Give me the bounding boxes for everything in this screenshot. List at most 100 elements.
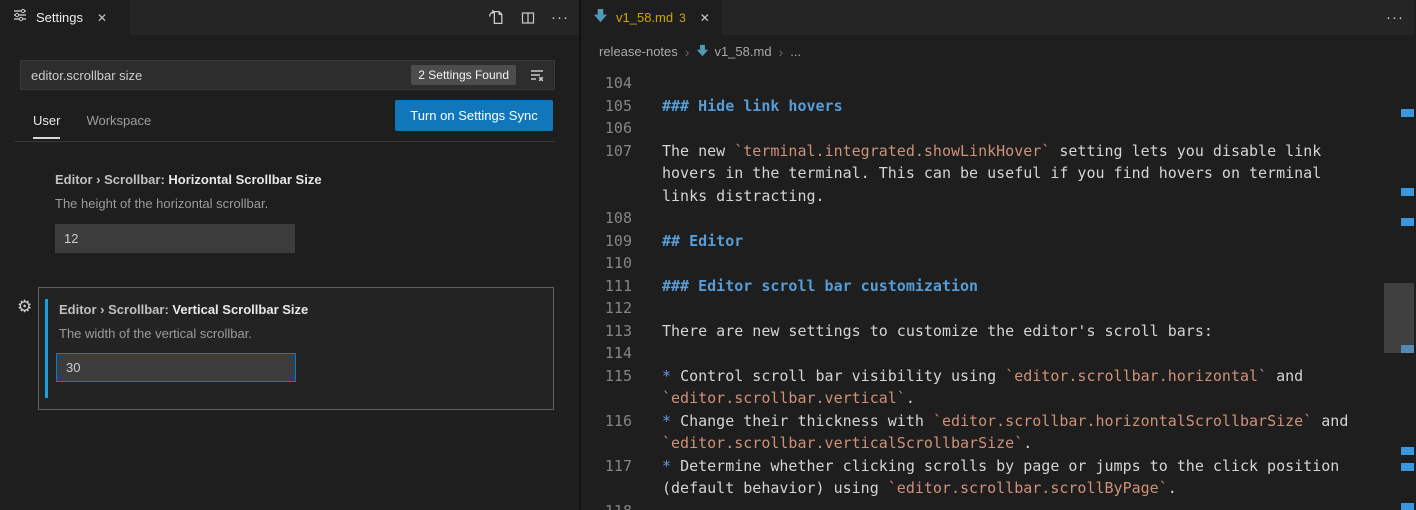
- scope-tab-user[interactable]: User: [33, 107, 60, 139]
- editor-lines: 104105 ### Hide link hovers 106107The new …: [581, 72, 1414, 510]
- overview-ruler-marker: [1401, 503, 1414, 510]
- setting-description: The width of the vertical scrollbar.: [59, 326, 543, 341]
- editor-line[interactable]: 117* Determine whether clicking scrolls …: [581, 455, 1414, 478]
- breadcrumb-item[interactable]: ...: [790, 44, 801, 59]
- line-number: 115: [581, 365, 632, 388]
- tab-settings[interactable]: Settings ✕: [0, 0, 130, 35]
- editor-line[interactable]: 106: [581, 117, 1414, 140]
- editor-line[interactable]: 104: [581, 72, 1414, 95]
- editor-line[interactable]: 113There are new settings to customize t…: [581, 320, 1414, 343]
- editor-line[interactable]: 114: [581, 342, 1414, 365]
- scrollbar-thumb[interactable]: [1384, 283, 1414, 353]
- horizontal-scrollbar-size-input[interactable]: [55, 224, 295, 253]
- editor-line[interactable]: 109 ## Editor: [581, 230, 1414, 253]
- token-txt: .: [1023, 434, 1032, 452]
- split-editor-icon[interactable]: [520, 10, 536, 26]
- token-txt: and: [1267, 367, 1303, 385]
- editor-line[interactable]: 115* Control scroll bar visibility using…: [581, 365, 1414, 388]
- line-content: * Change their thickness with `editor.sc…: [662, 410, 1348, 433]
- editor-line[interactable]: `editor.scrollbar.verticalScrollbarSize`…: [581, 432, 1414, 455]
- editor-line[interactable]: hovers in the terminal. This can be usef…: [581, 162, 1414, 185]
- token-bullet: *: [662, 367, 680, 385]
- open-settings-json-icon[interactable]: [488, 9, 505, 26]
- vertical-scrollbar-size-input[interactable]: [56, 353, 296, 382]
- line-number: 109: [581, 230, 632, 253]
- tab-problems-badge: 3: [679, 11, 686, 25]
- setting-row-horizontal-scrollbar-size[interactable]: Editor › Scrollbar: Horizontal Scrollbar…: [55, 172, 322, 253]
- line-number: 110: [581, 252, 632, 275]
- setting-description: The height of the horizontal scrollbar.: [55, 196, 322, 211]
- line-content: hovers in the terminal. This can be usef…: [662, 162, 1321, 185]
- line-number: 117: [581, 455, 632, 478]
- line-number: 112: [581, 297, 632, 320]
- editor-scrollbar[interactable]: [1384, 68, 1414, 510]
- more-actions-icon[interactable]: ···: [551, 0, 569, 35]
- token-txt: setting lets you disable link: [1050, 142, 1321, 160]
- gear-icon[interactable]: ⚙: [17, 298, 32, 315]
- markdown-file-icon: [696, 44, 709, 60]
- overview-ruler-marker: [1401, 188, 1414, 196]
- editor-line[interactable]: 110: [581, 252, 1414, 275]
- overview-ruler-marker: [1401, 447, 1414, 455]
- filter-icon[interactable]: [524, 62, 550, 88]
- overview-ruler-marker: [1401, 218, 1414, 226]
- line-number: 118: [581, 500, 632, 510]
- breadcrumb-item-label: ...: [790, 44, 801, 59]
- settings-search-input[interactable]: [31, 68, 403, 83]
- scope-tab-workspace[interactable]: Workspace: [86, 107, 151, 139]
- token-code: `editor.scrollbar.vertical`: [662, 389, 906, 407]
- line-number: 111: [581, 275, 632, 298]
- markdown-editor-group: v1_58.md 3 ✕ ··· release-notes›v1_58.md›…: [581, 0, 1414, 510]
- settings-count-badge: 2 Settings Found: [411, 65, 516, 85]
- settings-tune-icon: [12, 7, 28, 28]
- more-actions-icon[interactable]: ···: [1386, 0, 1404, 35]
- right-tab-strip: v1_58.md 3 ✕ ···: [581, 0, 1414, 35]
- token-bullet: *: [662, 412, 680, 430]
- setting-title: Editor › Scrollbar: Horizontal Scrollbar…: [55, 172, 322, 187]
- token-txt: The new: [662, 142, 734, 160]
- token-code: `terminal.integrated.showLinkHover`: [734, 142, 1050, 160]
- breadcrumb-item[interactable]: release-notes: [599, 44, 678, 59]
- settings-search-box: 2 Settings Found: [20, 60, 555, 90]
- line-number: 105: [581, 95, 632, 118]
- editor-line[interactable]: 118: [581, 500, 1414, 510]
- line-number: 114: [581, 342, 632, 365]
- token-txt: hovers in the terminal. This can be usef…: [662, 164, 1321, 182]
- editor-line[interactable]: 112: [581, 297, 1414, 320]
- turn-on-settings-sync-button[interactable]: Turn on Settings Sync: [395, 100, 553, 131]
- token-txt: There are new settings to customize the …: [662, 322, 1213, 340]
- line-content: ### Hide link hovers: [662, 95, 843, 118]
- token-head: ### Hide link hovers: [662, 97, 843, 115]
- token-txt: and: [1312, 412, 1348, 430]
- line-content: `editor.scrollbar.vertical`.: [662, 387, 915, 410]
- editor-line[interactable]: 107The new `terminal.integrated.showLink…: [581, 140, 1414, 163]
- token-code: `editor.scrollbar.horizontalScrollbarSiz…: [933, 412, 1312, 430]
- line-number: 108: [581, 207, 632, 230]
- modified-setting-indicator: [45, 299, 48, 398]
- editor-line[interactable]: 108: [581, 207, 1414, 230]
- setting-category: Editor › Scrollbar:: [55, 172, 168, 187]
- setting-row-vertical-scrollbar-size[interactable]: Editor › Scrollbar: Vertical Scrollbar S…: [38, 287, 554, 410]
- editor-line[interactable]: 111 ### Editor scroll bar customization: [581, 275, 1414, 298]
- editor-line[interactable]: 116* Change their thickness with `editor…: [581, 410, 1414, 433]
- token-bullet: *: [662, 457, 680, 475]
- close-icon[interactable]: ✕: [97, 11, 107, 25]
- line-content: ### Editor scroll bar customization: [662, 275, 978, 298]
- editor-line[interactable]: links distracting.: [581, 185, 1414, 208]
- close-icon[interactable]: ✕: [700, 11, 710, 25]
- editor-line[interactable]: (default behavior) using `editor.scrollb…: [581, 477, 1414, 500]
- setting-row-content: Editor › Scrollbar: Vertical Scrollbar S…: [59, 302, 543, 382]
- markdown-editor[interactable]: 104105 ### Hide link hovers 106107The new …: [581, 68, 1414, 510]
- line-number: [581, 432, 632, 455]
- token-txt: .: [1168, 479, 1177, 497]
- breadcrumb-item[interactable]: v1_58.md: [696, 44, 771, 60]
- token-txt: links distracting.: [662, 187, 825, 205]
- settings-editor-group: Settings ✕ ··· 2 Settings Found: [0, 0, 581, 510]
- tab-v1-58-md[interactable]: v1_58.md 3 ✕: [581, 0, 722, 35]
- editor-line[interactable]: 105 ### Hide link hovers: [581, 95, 1414, 118]
- token-head: ## Editor: [662, 232, 743, 250]
- line-number: [581, 477, 632, 500]
- overview-ruler-marker: [1401, 109, 1414, 117]
- breadcrumbs: release-notes›v1_58.md›...: [581, 35, 1414, 68]
- editor-line[interactable]: `editor.scrollbar.vertical`.: [581, 387, 1414, 410]
